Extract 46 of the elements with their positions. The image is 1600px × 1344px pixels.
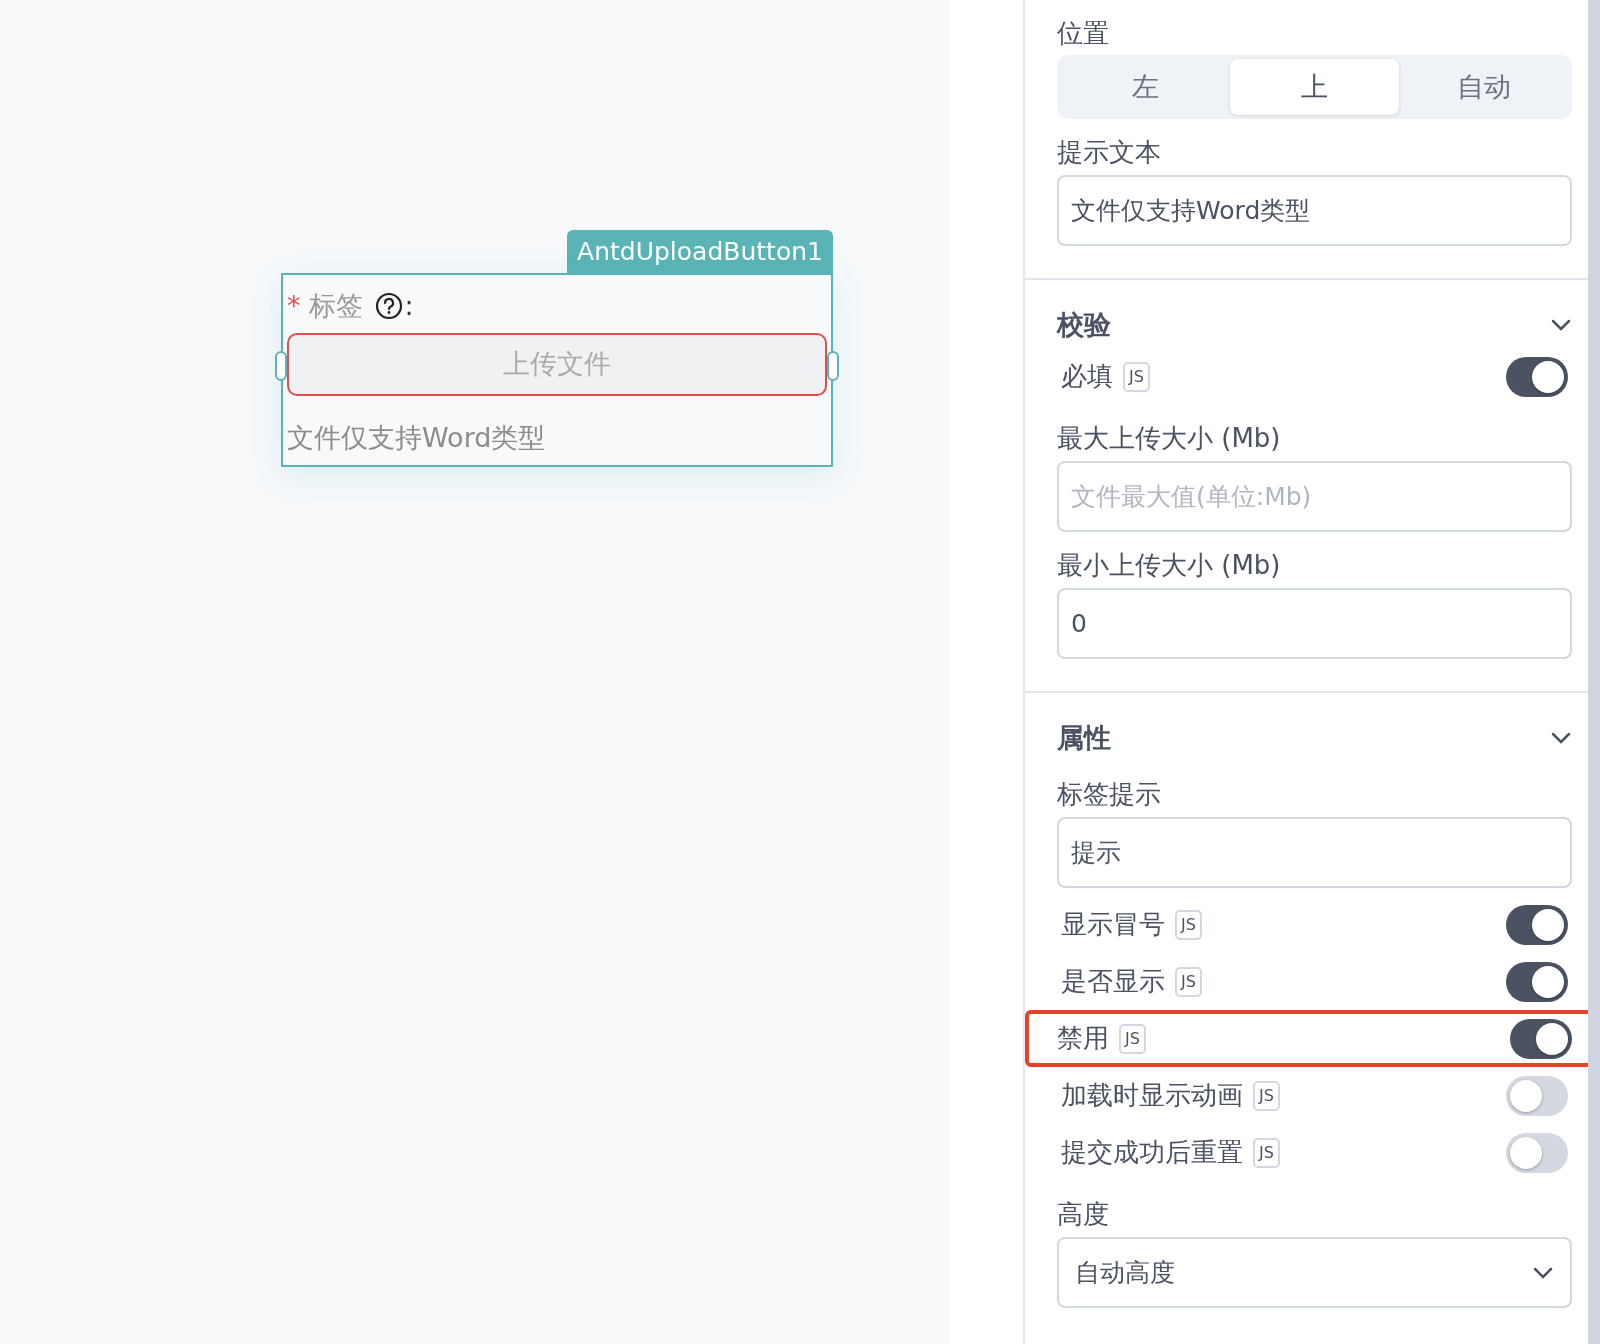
- js-tag[interactable]: JS: [1119, 1023, 1146, 1054]
- toggle-label: 加载时显示动画: [1061, 1079, 1243, 1112]
- segment-option[interactable]: 自动: [1399, 59, 1568, 115]
- text-input[interactable]: 文件仅支持Word类型: [1057, 175, 1572, 246]
- toggle-switch[interactable]: [1506, 1132, 1568, 1173]
- chevron-down-icon[interactable]: [1550, 731, 1572, 745]
- js-tag[interactable]: JS: [1175, 909, 1202, 940]
- toggle-label: 提交成功后重置: [1061, 1136, 1243, 1169]
- resize-handle[interactable]: [827, 351, 839, 381]
- toggle-switch[interactable]: [1506, 356, 1568, 397]
- segment-option[interactable]: 左: [1061, 59, 1230, 115]
- js-tag[interactable]: JS: [1253, 1080, 1280, 1111]
- toggle-switch[interactable]: [1510, 1018, 1572, 1059]
- text-input[interactable]: 文件最大值(单位:Mb): [1057, 461, 1572, 532]
- field-label: 最小上传大小 (Mb): [1057, 549, 1282, 582]
- toggle-label: 是否显示: [1061, 965, 1165, 998]
- toggle-label: 必填: [1061, 360, 1113, 393]
- label-colon: :: [404, 288, 414, 323]
- chevron-down-icon[interactable]: [1550, 318, 1572, 332]
- js-tag[interactable]: JS: [1175, 966, 1202, 997]
- toggle-switch[interactable]: [1506, 1075, 1568, 1116]
- text-input[interactable]: 提示: [1057, 817, 1572, 888]
- field-label: 标签: [308, 288, 363, 323]
- toggle-label: 显示冒号: [1061, 908, 1165, 941]
- scrollbar[interactable]: [1588, 0, 1600, 1344]
- chevron-down-icon: [1532, 1265, 1554, 1280]
- field-label: 提示文本: [1057, 136, 1162, 169]
- resize-handle[interactable]: [275, 351, 287, 381]
- section-title: 校验: [1057, 307, 1111, 342]
- field-label: 最大上传大小 (Mb): [1057, 422, 1282, 455]
- toggle-switch[interactable]: [1506, 904, 1568, 945]
- field-label: 高度: [1057, 1198, 1110, 1231]
- toggle-switch[interactable]: [1506, 961, 1568, 1002]
- section-title: 属性: [1057, 720, 1111, 755]
- field-label: 标签提示: [1057, 778, 1162, 811]
- js-tag[interactable]: JS: [1123, 361, 1150, 392]
- select-field[interactable]: 自动高度: [1057, 1237, 1572, 1308]
- field-label: 位置: [1057, 17, 1110, 50]
- component-frame[interactable]: * 标签 : 上传文件 文件仅支持Word类型: [281, 273, 833, 467]
- js-tag[interactable]: JS: [1253, 1137, 1280, 1168]
- text-input[interactable]: 0: [1057, 588, 1572, 659]
- toggle-label: 禁用: [1057, 1022, 1109, 1055]
- help-text: 文件仅支持Word类型: [287, 421, 547, 455]
- help-icon[interactable]: [374, 292, 403, 320]
- required-mark: *: [287, 288, 301, 323]
- segment-option[interactable]: 上: [1230, 59, 1399, 115]
